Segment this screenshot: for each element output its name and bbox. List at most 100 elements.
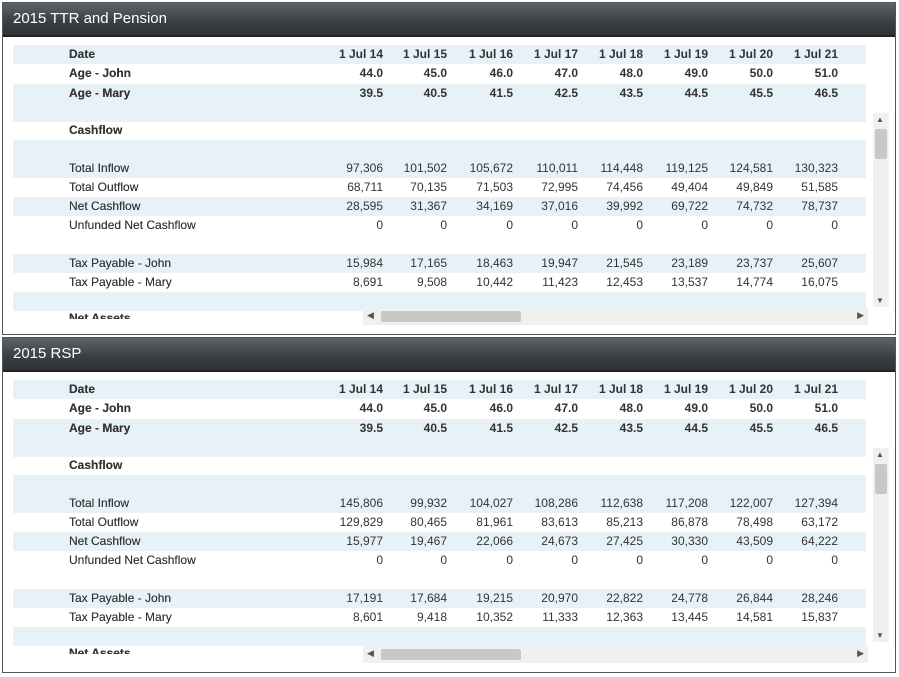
cell-value: 70,135 (410, 180, 447, 194)
row-label: Age - Mary (69, 86, 131, 100)
cell-value: 108,286 (534, 496, 578, 510)
cell-value: 80,465 (410, 515, 447, 529)
cell-value: 45.0 (423, 401, 447, 415)
scroll-left-icon[interactable]: ◀ (367, 648, 374, 659)
cell-value: 74,456 (606, 180, 643, 194)
cell-value: 22,822 (606, 591, 643, 605)
row-label: Net Assets (69, 311, 131, 319)
cell-value: 0 (571, 553, 578, 567)
scrollbar-thumb[interactable] (381, 311, 521, 322)
cell-value: 145,806 (339, 496, 383, 510)
cell-value: 83,613 (541, 515, 578, 529)
cell-value: 19,215 (476, 591, 513, 605)
row-label: Age - Mary (69, 421, 131, 435)
scroll-down-icon[interactable]: ▼ (876, 296, 884, 305)
panel-title: 2015 RSP (3, 338, 895, 372)
cell-value: 42.5 (554, 86, 578, 100)
data-grid: Date Date 1 Jul 14 1 Jul 15 1 Jul 16 1 Jul 17… (13, 43, 866, 319)
row-label: Unfunded Net Cashflow (69, 218, 196, 232)
cell-value: 0 (831, 553, 838, 567)
cell-value: 28,246 (801, 591, 838, 605)
cell-value: 21,545 (606, 256, 643, 270)
cell-value: 16,075 (801, 275, 838, 289)
table-row: Tax Payable - John Tax Payable - John 17,1… (13, 589, 866, 608)
scroll-down-icon[interactable]: ▼ (876, 631, 884, 640)
scroll-up-icon[interactable]: ▲ (876, 450, 884, 459)
cell-value: 23,737 (736, 256, 773, 270)
row-label: Net Cashflow (69, 534, 141, 548)
cell-value: 1 Jul 20 (728, 47, 773, 61)
cell-value: 27,425 (606, 534, 643, 548)
cell-value: 51.0 (814, 66, 838, 80)
cell-value: 1 Jul 18 (598, 47, 643, 61)
scrollbar-thumb[interactable] (875, 129, 887, 159)
scrollbar-thumb[interactable] (381, 649, 521, 660)
cell-value: 117,208 (665, 496, 709, 510)
cell-value: 0 (506, 218, 513, 232)
cell-value: 49,404 (671, 180, 708, 194)
scroll-right-icon[interactable]: ▶ (857, 648, 864, 659)
cell-value: 1 Jul 15 (402, 382, 447, 396)
row-label: Date (69, 382, 96, 396)
cell-value: 17,165 (410, 256, 447, 270)
table-row: Cashflow Cashflow (13, 456, 866, 475)
cell-value: 119,125 (665, 161, 709, 175)
panel-ttr-pension: 2015 TTR and Pension Date Date 1 Jul 14 1 J… (2, 2, 896, 335)
cell-value: 46.0 (489, 401, 513, 415)
cell-value: 0 (701, 218, 708, 232)
row-label: Tax Payable - John (69, 591, 172, 605)
cell-value: 104,027 (469, 496, 513, 510)
horizontal-scrollbar[interactable]: ◀ ▶ (363, 646, 868, 663)
cell-value: 44.5 (684, 86, 708, 100)
cell-value: 43.5 (619, 421, 643, 435)
cell-value: 9,508 (416, 275, 447, 289)
horizontal-scrollbar[interactable]: ◀ ▶ (363, 308, 868, 325)
cell-value: 49,849 (736, 180, 773, 194)
cell-value: 1 Jul 18 (598, 382, 643, 396)
cell-value: 50.0 (749, 66, 773, 80)
cell-value: 17,191 (346, 591, 383, 605)
cell-value: 0 (636, 218, 643, 232)
row-label: Age - John (69, 66, 131, 80)
scrollbar-thumb[interactable] (875, 464, 887, 494)
table-row: Net Cashflow Net Cashflow 15,977 19,467 22,0… (13, 532, 866, 551)
cell-value: 0 (831, 218, 838, 232)
cell-value: 9,418 (416, 610, 447, 624)
spacer-row (13, 140, 866, 159)
cell-value: 47.0 (554, 66, 578, 80)
cell-value: 0 (571, 218, 578, 232)
cell-value: 41.5 (489, 421, 513, 435)
row-label: Age - John (69, 401, 131, 415)
cell-value: 17,684 (410, 591, 447, 605)
scroll-up-icon[interactable]: ▲ (876, 115, 884, 124)
cell-value: 39,992 (606, 199, 643, 213)
row-label: Tax Payable - John (69, 256, 172, 270)
scroll-right-icon[interactable]: ▶ (857, 310, 864, 321)
table-row: Age - Mary Age - Mary 39.5 40.5 41.5 42.5 43.5… (13, 419, 866, 438)
cell-value: 10,442 (476, 275, 513, 289)
cell-value: 15,977 (346, 534, 383, 548)
cell-value: 11,423 (542, 275, 578, 289)
vertical-scrollbar[interactable]: ▲ ▼ (873, 448, 889, 642)
cell-value: 47.0 (554, 401, 578, 415)
vertical-scrollbar[interactable]: ▲ ▼ (873, 113, 889, 307)
cell-value: 1 Jul 14 (338, 47, 383, 61)
scroll-left-icon[interactable]: ◀ (367, 310, 374, 321)
cell-value: 72,995 (541, 180, 578, 194)
row-label: Total Inflow (69, 496, 130, 510)
cell-value: 42.5 (554, 421, 578, 435)
table-row: Age - Mary Age - Mary 39.5 40.5 41.5 42.5 43.5… (13, 84, 866, 103)
cell-value: 28,595 (346, 199, 383, 213)
cell-value: 110,011 (536, 161, 578, 175)
table-row: Age - John Age - John 44.0 45.0 46.0 47.0 48.0… (13, 399, 866, 418)
cell-value: 0 (440, 553, 447, 567)
cell-value: 39.5 (359, 86, 383, 100)
cell-value: 15,837 (801, 610, 838, 624)
cell-value: 50.0 (749, 401, 773, 415)
cell-value: 18,463 (476, 256, 513, 270)
table-row: Unfunded Net Cashflow Unfunded Net Cashfl… (13, 551, 866, 570)
row-label: Unfunded Net Cashflow (69, 553, 196, 567)
table-row: Cashflow Cashflow (13, 121, 866, 140)
table-row: Date Date 1 Jul 14 1 Jul 15 1 Jul 16 1 Jul 17… (13, 380, 866, 399)
cell-value: 86,878 (671, 515, 708, 529)
